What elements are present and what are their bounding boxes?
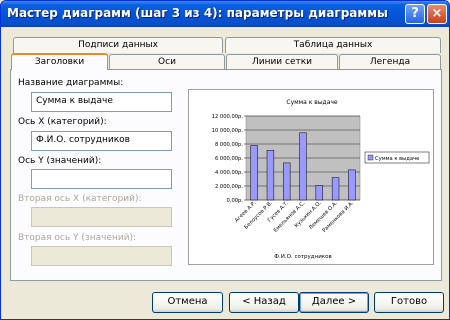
chart-preview: Сумма к выдаче 0,00р. 2 000,00р. 4 000,00р.…: [188, 89, 434, 265]
x-axis-field[interactable]: Ф.И.О. сотрудников: [31, 131, 172, 151]
chart-title-label: Название диаграммы:: [18, 78, 124, 88]
bar: [283, 162, 291, 201]
chart-title: Сумма к выдаче: [286, 99, 338, 106]
y-tick-label: 6 000,00р.: [215, 156, 243, 162]
bar: [331, 177, 340, 201]
bar: [315, 185, 323, 201]
secondary-x-axis-field: [31, 207, 172, 227]
y-axis-label: Ось Y (значений):: [18, 156, 102, 166]
y-tick-label: 10 000,00р.: [212, 128, 244, 134]
legend-label: Сумма к выдаче: [375, 156, 419, 162]
bar: [348, 169, 356, 201]
next-button[interactable]: Далее >: [299, 292, 369, 313]
y-tick-label: 2 000,00р.: [215, 184, 243, 190]
x-tick-label: Раменкова И.А.: [322, 200, 356, 234]
bar: [266, 150, 275, 201]
finish-button[interactable]: Готово: [374, 292, 444, 313]
y-tick-label: 4 000,00р.: [215, 170, 243, 176]
secondary-x-axis-label: Вторая ось X (категорий):: [18, 194, 142, 204]
y-tick-label: 8 000,00р.: [215, 142, 243, 148]
y-tick-label: 12 000,00р.: [212, 114, 244, 120]
back-button[interactable]: < Назад: [229, 292, 299, 313]
secondary-y-axis-label: Вторая ось Y (значений):: [18, 233, 137, 243]
chart-svg: Сумма к выдаче 0,00р. 2 000,00р. 4 000,00р.…: [212, 99, 430, 260]
cancel-button[interactable]: Отмена: [152, 292, 223, 313]
chart-wizard-dialog: Мастер диаграмм (шаг 3 из 4): параметры …: [0, 0, 450, 320]
secondary-y-axis-field: [31, 246, 172, 266]
chart-title-field[interactable]: Сумма к выдаче: [31, 92, 172, 112]
bar: [250, 145, 258, 201]
legend-swatch: [367, 154, 374, 161]
y-tick-label: 0,00р.: [227, 198, 244, 204]
x-axis-label: Ось X (категорий):: [18, 117, 107, 127]
y-axis-field[interactable]: [31, 169, 172, 189]
bar: [299, 132, 307, 201]
x-axis-title: Ф.И.О. сотрудников: [274, 254, 331, 260]
